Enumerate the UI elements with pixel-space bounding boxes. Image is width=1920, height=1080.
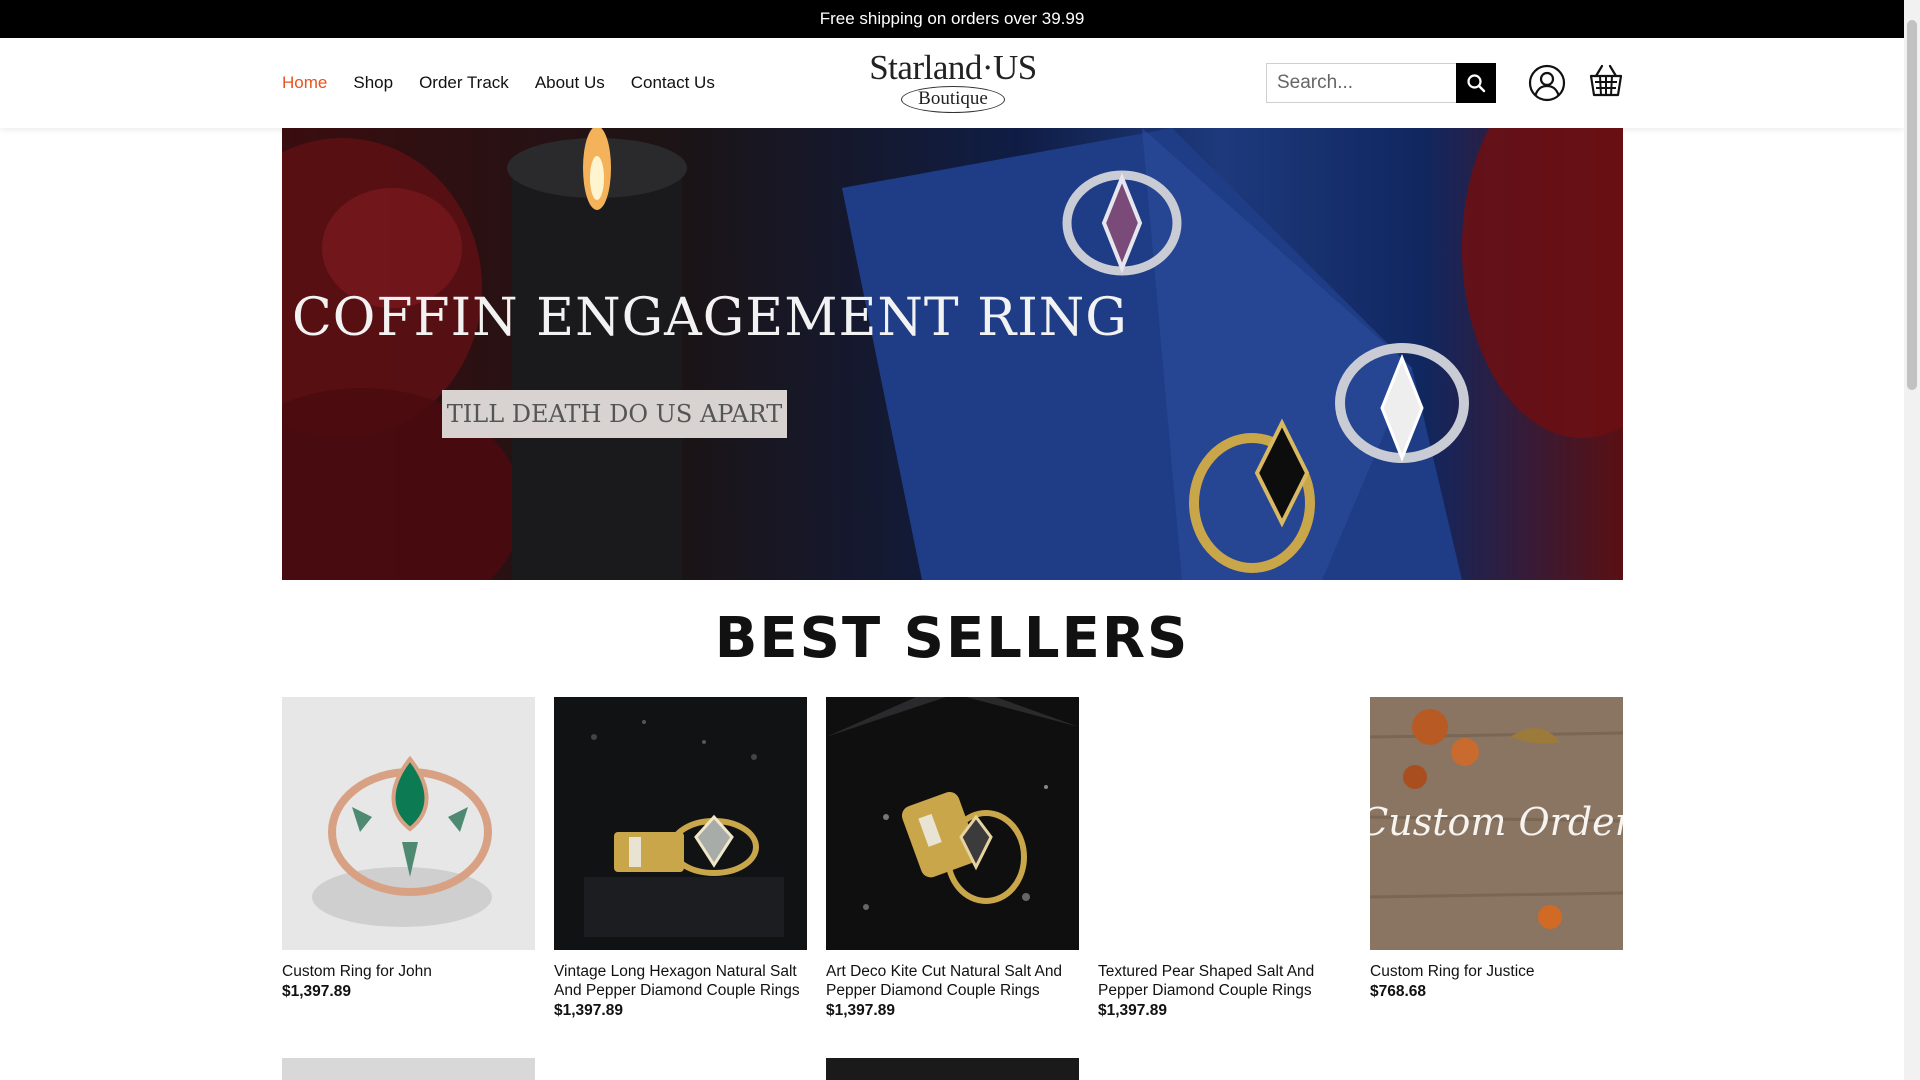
product-price: $1,397.89 <box>826 1002 895 1019</box>
product-name[interactable]: Art Deco Kite Cut Natural Salt And Peppe… <box>826 962 1079 1000</box>
nav-home[interactable]: Home <box>282 73 327 93</box>
logo-sub-text: Boutique <box>901 86 1005 113</box>
kite-rings-image <box>826 697 1079 950</box>
search-form <box>1266 63 1496 103</box>
product-image[interactable]: Custom Order <box>1370 697 1623 950</box>
product-card[interactable]: Vintage Long Hexagon Natural Salt And Pe… <box>554 697 807 1020</box>
product-image[interactable] <box>282 697 535 950</box>
cart-button[interactable] <box>1588 62 1624 102</box>
product-card[interactable]: Custom Ring for John $1,397.89 <box>282 697 535 1001</box>
product-name[interactable]: Custom Ring for Justice <box>1370 962 1623 981</box>
product-price: $768.68 <box>1370 983 1427 1000</box>
product-image[interactable] <box>826 1058 1079 1080</box>
product-image[interactable] <box>826 697 1079 950</box>
search-icon <box>1467 74 1486 93</box>
site-logo[interactable]: Starland·US Boutique <box>862 50 1044 120</box>
product-name[interactable]: Vintage Long Hexagon Natural Salt And Pe… <box>554 962 807 1000</box>
user-icon <box>1528 64 1566 102</box>
shipping-message: Free shipping on orders over 39.99 <box>819 9 1085 28</box>
hexagon-rings-image <box>554 697 807 950</box>
product-image[interactable] <box>554 697 807 950</box>
custom-order-image: Custom Order <box>1370 697 1623 950</box>
product-image[interactable] <box>282 1058 535 1080</box>
page-scrollbar[interactable] <box>1904 0 1920 1080</box>
search-input[interactable] <box>1266 63 1456 103</box>
best-sellers-title: BEST SELLERS <box>714 606 1190 671</box>
product-card[interactable]: Art Deco Kite Cut Natural Salt And Peppe… <box>826 697 1079 1020</box>
logo-main-text: Starland·US <box>869 48 1037 87</box>
nav-contact-us[interactable]: Contact Us <box>631 73 715 93</box>
search-button[interactable] <box>1456 63 1496 103</box>
nav-shop[interactable]: Shop <box>353 73 393 93</box>
main-nav: Home Shop Order Track About Us Contact U… <box>282 38 715 128</box>
product-price: $1,397.89 <box>1098 1002 1167 1019</box>
custom-order-text: Custom Order <box>1370 800 1623 844</box>
account-button[interactable] <box>1528 64 1566 102</box>
product-card[interactable]: Textured Pear Shaped Salt And Pepper Dia… <box>1098 697 1351 1020</box>
product-price: $1,397.89 <box>282 983 351 1000</box>
hero-title: COFFIN ENGAGEMENT RING <box>292 288 1128 348</box>
nav-order-track[interactable]: Order Track <box>419 73 509 93</box>
hero-artwork <box>282 128 1623 580</box>
announcement-bar: Free shipping on orders over 39.99 <box>0 0 1904 38</box>
product-image[interactable] <box>1098 697 1351 950</box>
scrollbar-thumb[interactable] <box>1907 20 1917 390</box>
product-price: $1,397.89 <box>554 1002 623 1019</box>
emerald-ring-image <box>282 697 535 950</box>
hero-banner[interactable]: COFFIN ENGAGEMENT RING TILL DEATH DO US … <box>282 128 1623 580</box>
nav-about-us[interactable]: About Us <box>535 73 605 93</box>
product-name[interactable]: Textured Pear Shaped Salt And Pepper Dia… <box>1098 962 1351 1000</box>
product-card[interactable]: Custom Order Custom Ring for Justice $76… <box>1370 697 1623 1001</box>
site-header: Home Shop Order Track About Us Contact U… <box>0 38 1904 128</box>
product-name[interactable]: Custom Ring for John <box>282 962 535 981</box>
hero-tagline: TILL DEATH DO US APART <box>442 390 787 438</box>
cart-icon <box>1589 64 1623 97</box>
